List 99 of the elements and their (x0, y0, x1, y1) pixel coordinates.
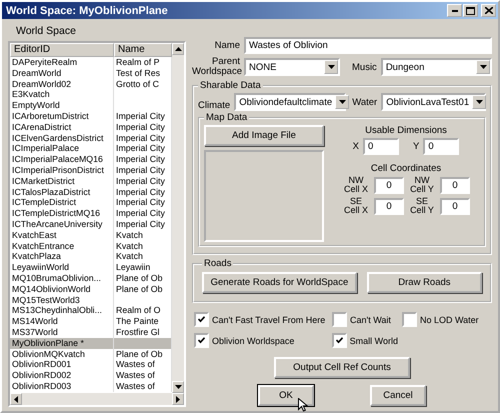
roads-button[interactable]: Draw Roads (366, 272, 482, 293)
checkbox[interactable]: Can't Wait (332, 312, 398, 327)
output-button[interactable]: Output Cell Ref Counts (274, 357, 410, 378)
column-header[interactable]: Name (114, 43, 172, 57)
section-label: Usable Dimensions (365, 125, 447, 136)
table-cell: MQ15TestWorld3 (10, 294, 114, 306)
field-label: SE Cell Y (409, 197, 435, 215)
scroll-up-button[interactable] (172, 43, 184, 55)
close-button[interactable] (481, 4, 496, 17)
checkbox-label: Can't Fast Travel From Here (212, 314, 326, 324)
checkbox[interactable]: No LOD Water (402, 312, 490, 327)
section-label: Cell Coordinates (370, 163, 442, 174)
table-cell: DreamWorld02 (10, 78, 114, 90)
scroll-down-button[interactable] (172, 381, 184, 393)
checkbox-label: Can't Wait (350, 314, 391, 324)
table-cell: ICTempleDistrict (10, 197, 114, 208)
input-field[interactable]: 0 (423, 138, 460, 155)
checkbox-box[interactable] (402, 312, 417, 327)
climate-dropdown[interactable]: Obliviondefaultclimate (234, 93, 346, 111)
water-dropdown[interactable]: OblivionLavaTest01 (381, 93, 486, 111)
close-icon (484, 7, 492, 14)
table-cell: KvatchEast (10, 230, 114, 241)
field-label: X (352, 141, 359, 152)
field-label: Climate (198, 100, 230, 111)
table-cell: OblivionRD001 (10, 359, 114, 370)
field-label: Name (214, 40, 240, 51)
checkbox-box[interactable] (332, 333, 347, 348)
input-field[interactable]: 0 (363, 138, 399, 155)
table-cell: ICTempleDistrictMQ16 (10, 208, 114, 219)
table-cell: E3Kvatch (10, 89, 114, 100)
table-cell: EmptyWorld (10, 100, 114, 111)
table-cell: DreamWorld (10, 68, 114, 79)
table-cell: ICImperialPalaceMQ16 (10, 154, 114, 165)
group-title: Sharable Data (199, 80, 262, 91)
name-field[interactable]: Wastes of Oblivion (244, 37, 492, 54)
input-field[interactable]: 0 (440, 198, 470, 214)
dialog-button[interactable]: OK (258, 385, 314, 406)
table-cell: DAPeryiteRealm (10, 57, 114, 68)
maximize-button[interactable] (463, 4, 478, 17)
right-arrow-icon (176, 396, 180, 402)
table-cell: MQ10BrumaOblivion... (10, 272, 114, 284)
checkbox[interactable]: Can't Fast Travel From Here (194, 312, 328, 327)
checkbox-box[interactable] (194, 312, 209, 327)
field-label: SE Cell X (342, 197, 369, 215)
add-image-button[interactable]: Add Image File (204, 125, 324, 146)
table-cell: OblivionRD002 (10, 370, 114, 381)
table-cell: ICImperialPalace (10, 143, 114, 154)
up-arrow-icon (174, 47, 182, 51)
table-cell: ICImperialPrisonDistrict (10, 164, 114, 176)
checkbox-label: Small World (350, 336, 398, 346)
checkbox-label: No LOD Water (420, 314, 479, 324)
field-label: NW Cell X (342, 176, 369, 194)
table-cell: MS13CheydinhalObli... (10, 305, 114, 316)
minimize-button[interactable] (447, 4, 462, 17)
table-cell: MyOblivionPlane * (10, 338, 114, 349)
group-title: Roads (203, 258, 232, 269)
table-cell: MS14World (10, 316, 114, 327)
field-label: Music (352, 62, 377, 72)
table-cell: KvatchPlaza (10, 251, 114, 262)
dialog-button[interactable]: Cancel (370, 385, 426, 406)
list-label: World Space (15, 24, 77, 39)
checkbox[interactable]: Oblivion Worldspace (194, 333, 328, 348)
checkbox-box[interactable] (194, 333, 209, 348)
input-field[interactable]: 0 (374, 176, 404, 194)
down-arrow-icon (174, 385, 182, 389)
table-cell: OblivionMQKvatch (10, 348, 114, 360)
scroll-right-button[interactable] (172, 393, 184, 405)
input-field[interactable]: 0 (374, 198, 404, 214)
table-cell: ICArboretumDistrict (10, 110, 114, 122)
table-cell: ICTheArcaneUniversity (10, 218, 114, 230)
table-cell: LeyawiinWorld (10, 262, 114, 273)
maximize-icon (466, 6, 475, 14)
checkbox[interactable]: Small World (332, 333, 398, 348)
vertical-scrollbar[interactable] (172, 43, 184, 393)
music-dropdown[interactable]: Dungeon (380, 58, 492, 76)
group-title: Map Data (205, 112, 248, 123)
left-arrow-icon (14, 396, 18, 402)
input-field[interactable]: 0 (440, 176, 470, 194)
field-label: NW Cell Y (409, 176, 435, 194)
field-label: Parent Worldspace (192, 57, 240, 77)
table-cell: OblivionRD003 (10, 380, 114, 392)
table-cell: ICElvenGardensDistrict (10, 132, 114, 144)
field-label: Y (413, 141, 420, 152)
table-cell: KvatchEntrance (10, 240, 114, 252)
scroll-left-button[interactable] (10, 393, 22, 405)
roads-button[interactable]: Generate Roads for WorldSpace (202, 272, 357, 293)
list-row[interactable]: MyOblivionPlane * (10, 338, 172, 349)
table-cell: ICArenaDistrict (10, 122, 114, 133)
table-cell: ICMarketDistrict (10, 176, 114, 187)
column-header[interactable]: EditorID (10, 43, 114, 57)
horizontal-scrollbar[interactable] (10, 393, 184, 405)
minimize-icon (452, 10, 458, 12)
window-title: World Space: MyOblivionPlane (6, 4, 168, 16)
parent-worldspace-dropdown[interactable]: NONE (244, 58, 340, 76)
checkbox-label: Oblivion Worldspace (212, 336, 294, 346)
table-cell: MQ14OblivionWorld (10, 284, 114, 295)
checkbox-box[interactable] (332, 312, 347, 327)
table-cell: ICTalosPlazaDistrict (10, 186, 114, 198)
field-label: Water (352, 96, 378, 108)
